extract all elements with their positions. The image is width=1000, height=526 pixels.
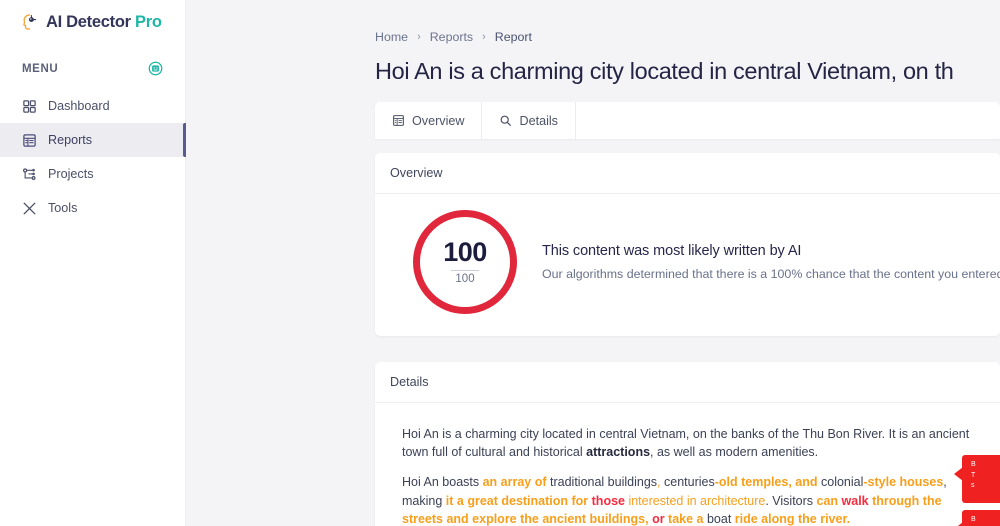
sidebar-item-dashboard[interactable]: Dashboard [0,89,185,123]
brand-name-accent: Pro [135,12,162,31]
overview-card-title: Overview [375,153,1000,195]
overview-card-body: 100 100 This content was most likely wri… [375,194,1000,336]
breadcrumb: Home › Reports › Report [375,0,1000,44]
brand-name: AI Detector Pro [46,13,162,32]
chevron-right-icon: › [417,30,421,43]
tab-overview-label: Overview [412,113,465,128]
text-run: centuries [660,475,715,490]
details-card-body: Hoi An is a charming city located in cen… [375,403,1000,526]
score-ring: 100 100 [413,210,517,315]
breadcrumb-item-reports[interactable]: Reports [430,30,473,44]
text-run: . Visitors [765,493,817,508]
details-card: Details Hoi An is a charming city locate… [375,362,1000,526]
callout-line: s [971,482,975,489]
tab-details[interactable]: Details [482,102,576,140]
text-run: those [591,493,625,508]
text-run: colonial [817,475,864,490]
sidebar-item-label: Projects [48,167,94,181]
content-column: Home › Reports › Report Hoi An is a char… [375,0,1000,526]
text-run: attractions [586,445,651,460]
callout-line: T [971,471,976,479]
main-area: Home › Reports › Report Hoi An is a char… [185,0,1000,526]
brain-head-icon [20,13,39,32]
score-divider [451,269,479,271]
annotation-callout[interactable]: B [954,510,1000,526]
text-run: boat [703,511,735,526]
text-run: it a great destination for [445,493,592,508]
text-run: interested in architecture [624,493,766,508]
text-run: can [816,493,842,508]
text-run: take a [664,511,704,526]
overview-card: Overview 100 100 This content was most l… [375,153,1000,337]
callout-line: B [971,516,976,523]
details-paragraph: Hoi An boasts an array of traditional bu… [402,473,973,526]
sidebar-item-projects[interactable]: Projects [0,157,185,191]
verdict-description: Our algorithms determined that there is … [542,267,1000,282]
sidebar-item-tools[interactable]: Tools [0,191,185,225]
brand-logo[interactable]: AI Detector Pro [0,0,185,44]
score-value: 100 [443,236,487,267]
text-run: Hoi An boasts [402,475,483,490]
app-root: AI Detector Pro MENU Dashboard Reports P… [0,0,1000,526]
breadcrumb-item-report: Report [494,30,532,44]
tab-bar: Overview Details [375,102,1000,140]
text-run: , as well as modern amenities. [650,445,819,460]
sidebar: AI Detector Pro MENU Dashboard Reports P… [0,0,186,526]
breadcrumb-item-home[interactable]: Home [375,30,408,44]
chevron-right-icon: › [482,30,486,43]
text-run: -old temples, and [714,475,818,490]
text-run: traditional buildings [546,475,658,490]
score-sub-value: 100 [455,272,475,285]
text-run: -style houses [863,475,944,490]
brand-name-main: AI Detector [46,12,131,31]
sitemap-projects-icon [22,167,37,182]
page-title: Hoi An is a charming city located in cen… [375,58,954,84]
text-run: an array of [482,475,547,490]
tab-details-label: Details [519,113,558,128]
wrench-screwdriver-tools-icon [22,201,37,216]
details-card-title: Details [375,362,1000,404]
grid-dashboard-icon [22,99,37,114]
text-run: ride along the river. [734,511,851,526]
sidebar-item-label: Dashboard [48,99,110,113]
annotation-callout[interactable]: B T s [954,455,1000,503]
tab-overview[interactable]: Overview [375,102,483,140]
sidebar-item-label: Reports [48,133,93,147]
sidebar-nav: Dashboard Reports Projects Tools [0,89,186,225]
text-run: or [648,511,665,526]
verdict-block: This content was most likely written by … [540,243,1000,281]
menu-header: MENU [0,44,185,89]
sidebar-item-label: Tools [48,201,78,215]
magnifier-search-icon [499,114,512,127]
teal-circle-badge-icon[interactable] [148,61,163,76]
menu-label: MENU [22,62,59,75]
details-paragraph: Hoi An is a charming city located in cen… [402,425,973,461]
verdict-headline: This content was most likely written by … [542,243,802,260]
text-run: walk [841,493,869,508]
callout-line: B [971,461,976,468]
sidebar-item-reports[interactable]: Reports [0,123,186,157]
table-grid-icon [392,114,405,127]
table-report-icon [22,133,37,148]
score-gauge: 100 100 [390,210,540,315]
